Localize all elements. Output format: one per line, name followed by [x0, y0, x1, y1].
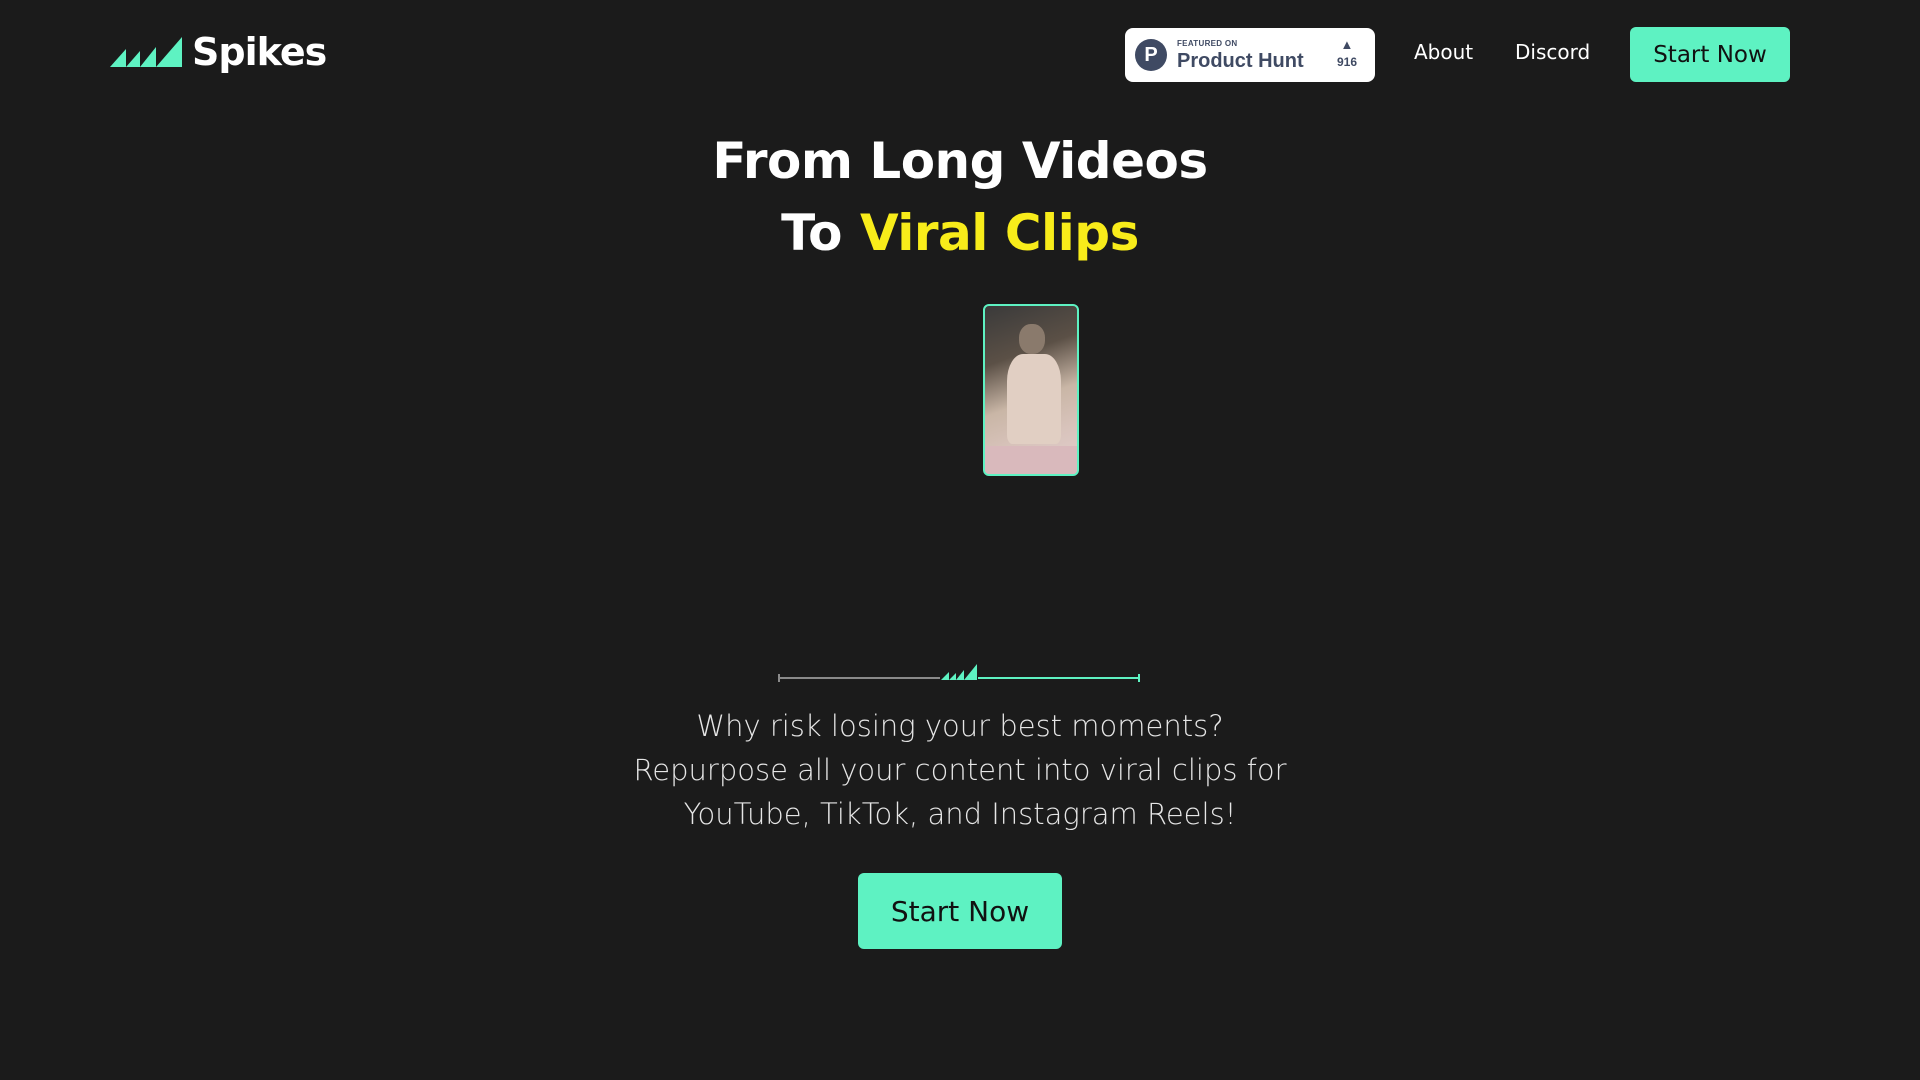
nav-about-link[interactable]: About: [1414, 40, 1473, 64]
spikes-logo-link[interactable]: Spikes: [110, 30, 327, 74]
upvote-triangle-icon: ▲: [1340, 37, 1354, 52]
hero-title: From Long Videos To Viral Clips: [0, 125, 1920, 269]
spikes-logo-icon: [110, 37, 182, 67]
product-hunt-text: FEATURED ON Product Hunt: [1177, 38, 1304, 72]
hero-start-now-button[interactable]: Start Now: [858, 873, 1062, 949]
hero-title-line2: To Viral Clips: [0, 197, 1920, 269]
tagline-line2: Repurpose all your content into viral cl…: [633, 753, 1287, 787]
clip-preview-floor: [985, 446, 1077, 474]
hero-title-prefix: To: [781, 204, 842, 262]
brand-name: Spikes: [192, 30, 327, 74]
hero-tagline: Why risk losing your best moments? Repur…: [0, 704, 1920, 836]
tagline-line1: Why risk losing your best moments?: [696, 709, 1224, 743]
tagline-line3: YouTube, TikTok, and Instagram Reels!: [683, 797, 1237, 831]
hero-title-line1: From Long Videos: [712, 132, 1208, 190]
spikes-mark-icon: [941, 664, 977, 680]
timeline-right-track: [978, 677, 1138, 679]
landing-page: Spikes P FEATURED ON Product Hunt ▲ 916 …: [0, 0, 1920, 1080]
clip-preview-person-head: [1019, 324, 1045, 354]
clip-preview-person-body: [1007, 354, 1061, 444]
vertical-clip-preview: [983, 304, 1079, 476]
product-hunt-featured-label: FEATURED ON: [1177, 38, 1238, 48]
header-start-now-button[interactable]: Start Now: [1630, 27, 1790, 82]
nav-discord-link[interactable]: Discord: [1515, 40, 1590, 64]
hero-title-accent: Viral Clips: [859, 204, 1139, 262]
timeline-left-track: [780, 677, 940, 679]
product-hunt-name: Product Hunt: [1177, 49, 1304, 72]
timeline-end-cap: [1138, 674, 1140, 682]
product-hunt-badge[interactable]: P FEATURED ON Product Hunt ▲ 916: [1125, 28, 1375, 82]
timeline-divider: [778, 660, 1142, 684]
product-hunt-vote-count: 916: [1336, 55, 1357, 69]
product-hunt-votes: ▲ 916: [1337, 38, 1357, 69]
product-hunt-logo-icon: P: [1135, 39, 1167, 71]
